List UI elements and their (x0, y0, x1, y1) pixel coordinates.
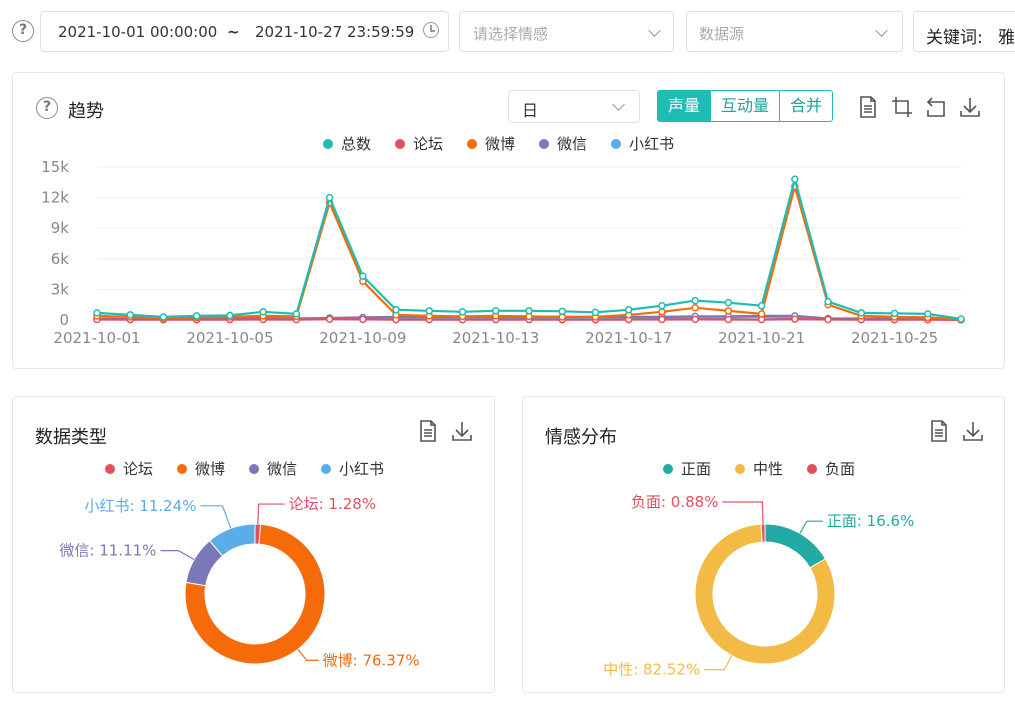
data-point-weibo (724, 307, 733, 315)
help-icon[interactable]: ? (12, 20, 34, 42)
data-point-weibo (691, 304, 699, 312)
data-point-total (791, 175, 799, 183)
chevron-down-icon (875, 24, 888, 37)
data-point-total (359, 272, 367, 280)
data-point-weibo (757, 310, 766, 318)
data-point-total (425, 307, 434, 315)
data-point-total (325, 193, 334, 202)
data-point-total (458, 308, 467, 316)
data-point-total (159, 313, 168, 321)
label-leader-forum (257, 503, 285, 525)
data-point-total (558, 307, 566, 316)
label-leader-wechat (160, 550, 195, 561)
y-tick-label: 12k (41, 189, 69, 207)
data-point-total (924, 310, 932, 318)
x-tick-label: 2021-10-05 (186, 329, 273, 347)
data-point-forum (359, 315, 367, 324)
label-leader-xhs (200, 505, 232, 529)
data-type-card: 数据类型 论坛 微博 微信 小红书 论坛: 1.28% 微博: 76.37% 微信:… (12, 396, 495, 693)
sentiment-donut: 正面: 16.6% 中性: 82.52% 负面: 0.88% (603, 493, 914, 679)
slice-label-forum: 论坛: 1.28% (289, 495, 376, 513)
date-start: 2021-10-01 00:00:00 (58, 23, 218, 41)
data-point-total (93, 309, 101, 317)
data-point-total (724, 298, 733, 307)
source-select[interactable]: 数据源 (686, 11, 903, 52)
data-point-total (226, 311, 234, 320)
data-point-total (691, 296, 699, 305)
trend-card: ? 趋势 日 声量 互动量 合并 总数 论坛 微博 微信 小红书 0 3k 6k… (12, 72, 1005, 369)
keyword-label: 关键词: (926, 28, 983, 48)
data-point-forum (691, 315, 699, 324)
label-leader-negative (722, 501, 764, 525)
series-line-weibo (96, 182, 962, 321)
clock-icon (423, 22, 439, 38)
data-point-weibo (658, 308, 666, 316)
label-leader-weibo (297, 648, 319, 661)
source-placeholder: 数据源 (699, 25, 745, 43)
data-point-total (292, 310, 301, 318)
slice-label-negative: 负面: 0.88% (631, 493, 718, 511)
y-tick-label: 0 (59, 311, 69, 329)
data-point-total (890, 309, 899, 318)
data-point-total (525, 307, 533, 315)
data-type-donut: 论坛: 1.28% 微博: 76.37% 微信: 11.11% 小红书: 11.24% (59, 495, 420, 669)
slice-label-xhs: 小红书: 11.24% (84, 497, 196, 515)
data-point-forum (724, 315, 733, 324)
x-tick-label: 2021-10-01 (53, 329, 140, 347)
sentiment-select[interactable]: 请选择情感 (459, 11, 674, 52)
slice-label-positive: 正面: 16.6% (827, 512, 914, 530)
slice-positive (764, 523, 827, 569)
trend-chart: 0 3k 6k 9k 12k 15k 2021-10-01 2021-10-05 2021-10… (41, 158, 965, 347)
slice-label-wechat: 微信: 11.11% (59, 542, 156, 560)
data-point-forum (824, 315, 832, 324)
data-point-total (259, 308, 267, 316)
y-tick-label: 9k (51, 219, 70, 237)
data-point-total (492, 307, 500, 315)
series-line-total (96, 174, 962, 321)
dashboard: ? 2021-10-01 00:00:00 ~ 2021-10-27 23:59… (0, 0, 1015, 706)
data-point-total (957, 315, 965, 323)
keyword-value: 雅 (998, 28, 1015, 48)
data-point-total (192, 312, 201, 320)
sentiment-card: 情感分布 正面 中性 负面 正面: 16.6% 中性: 82.52% 负面: 0.8… (522, 396, 1005, 693)
data-point-total (757, 301, 766, 310)
date-end: 2021-10-27 23:59:59 (255, 23, 415, 41)
data-point-total (824, 297, 832, 306)
label-leader-neutral (704, 655, 733, 671)
chevron-down-icon (648, 24, 661, 37)
data-point-total (126, 311, 134, 319)
data-point-total (624, 306, 633, 314)
x-tick-label: 2021-10-13 (452, 329, 539, 347)
slice-negative (760, 523, 766, 543)
y-tick-label: 15k (41, 158, 69, 176)
x-tick-label: 2021-10-09 (319, 329, 406, 347)
keyword-input[interactable]: 关键词: 雅 (913, 11, 1015, 52)
x-tick-label: 2021-10-25 (851, 329, 938, 347)
data-point-total (658, 301, 666, 310)
data-point-total (392, 306, 400, 314)
x-tick-label: 2021-10-21 (718, 329, 805, 347)
data-point-forum (658, 315, 666, 324)
data-point-forum (325, 315, 334, 323)
data-point-total (591, 308, 600, 317)
data-point-forum (791, 315, 799, 323)
x-tick-label: 2021-10-17 (585, 329, 672, 347)
slice-label-neutral: 中性: 82.52% (603, 661, 700, 679)
sentiment-placeholder: 请选择情感 (473, 25, 549, 43)
data-point-total (857, 309, 866, 317)
slice-label-weibo: 微博: 76.37% (323, 651, 420, 669)
y-tick-label: 6k (51, 250, 70, 268)
label-leader-positive (799, 520, 823, 534)
date-range-picker[interactable]: 2021-10-01 00:00:00 ~ 2021-10-27 23:59:5… (40, 11, 449, 52)
y-tick-label: 3k (51, 280, 70, 298)
date-separator: ~ (227, 23, 240, 41)
